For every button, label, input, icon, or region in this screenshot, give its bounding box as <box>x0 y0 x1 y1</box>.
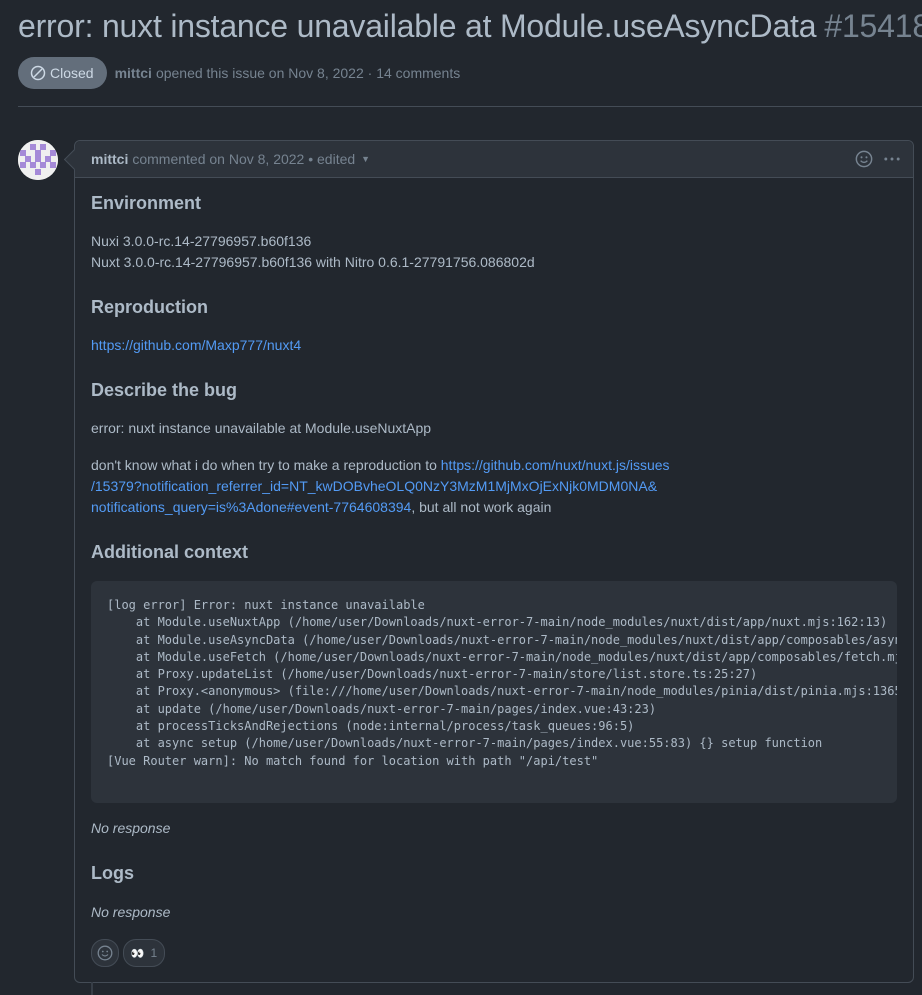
eyes-icon: 👀 <box>130 947 145 960</box>
comment-author-link[interactable]: mittci <box>91 151 128 167</box>
smiley-icon <box>97 945 113 961</box>
issue-meta-text: opened this issue on Nov 8, 2022 · 14 co… <box>155 65 461 81</box>
add-reaction-icon[interactable] <box>855 150 873 168</box>
code-block: [log error] Error: nuxt instance unavail… <box>91 581 897 803</box>
issue-link-line-2[interactable]: /15379?notification_referrer_id=NT_kwDOB… <box>91 478 657 494</box>
identicon-icon <box>18 140 58 180</box>
bug-heading: Describe the bug <box>91 380 238 400</box>
environment-line-1: Nuxi 3.0.0-rc.14-27796957.b60f136 <box>91 233 312 249</box>
bug-text: error: nuxt instance unavailable at Modu… <box>91 420 432 436</box>
issue-title: error: nuxt instance unavailable at Modu… <box>18 8 922 45</box>
comment-header: mittci commented on Nov 8, 2022 • edited… <box>75 141 913 178</box>
reactions-bar: 👀 1 <box>91 939 165 967</box>
status-badge-label: Closed <box>50 65 94 81</box>
issue-title-text: error: nuxt instance unavailable at Modu… <box>18 8 817 44</box>
bug-text-2: don't know what i do when try to make a … <box>91 455 897 518</box>
environment-line-2: Nuxt 3.0.0-rc.14-27796957.b60f136 with N… <box>91 254 535 270</box>
issue-page: error: nuxt instance unavailable at Modu… <box>0 0 922 995</box>
context-heading: Additional context <box>91 542 248 562</box>
status-badge: Closed <box>18 57 107 89</box>
issue-link-line-3[interactable]: notifications_query=is%3Adone#event-7764… <box>91 499 411 515</box>
timeline-line <box>91 982 93 995</box>
logs-heading: Logs <box>91 863 134 883</box>
eyes-reaction-button[interactable]: 👀 1 <box>123 939 165 967</box>
eyes-reaction-count: 1 <box>150 946 158 960</box>
no-response-2: No response <box>91 904 171 920</box>
reproduction-paragraph: https://github.com/Maxp777/nuxt4 <box>91 335 301 356</box>
header-divider <box>18 106 922 107</box>
kebab-menu-icon[interactable] <box>883 150 901 168</box>
environment-heading: Environment <box>91 193 202 213</box>
no-response-1: No response <box>91 820 171 836</box>
chevron-down-icon[interactable]: ▼ <box>361 154 370 164</box>
closed-icon <box>30 65 46 81</box>
avatar[interactable] <box>18 140 58 180</box>
bug-text-2-suffix: , but all not work again <box>411 499 552 515</box>
comment-header-actions <box>855 141 901 177</box>
issue-meta: Closed mittci opened this issue on Nov 8… <box>18 57 460 89</box>
comment-meta-text[interactable]: commented on Nov 8, 2022 • edited <box>132 151 355 167</box>
bug-text-2-prefix: don't know what i do when try to make a … <box>91 457 441 473</box>
reproduction-link[interactable]: https://github.com/Maxp777/nuxt4 <box>91 337 301 353</box>
reproduction-heading: Reproduction <box>91 297 208 317</box>
issue-number: #15418 <box>824 8 922 44</box>
add-reaction-button[interactable] <box>91 939 119 967</box>
comment-box: mittci commented on Nov 8, 2022 • edited… <box>63 140 914 983</box>
issue-author-link[interactable]: mittci <box>115 65 152 81</box>
issue-link-line-1[interactable]: https://github.com/nuxt/nuxt.js/issues <box>441 457 670 473</box>
